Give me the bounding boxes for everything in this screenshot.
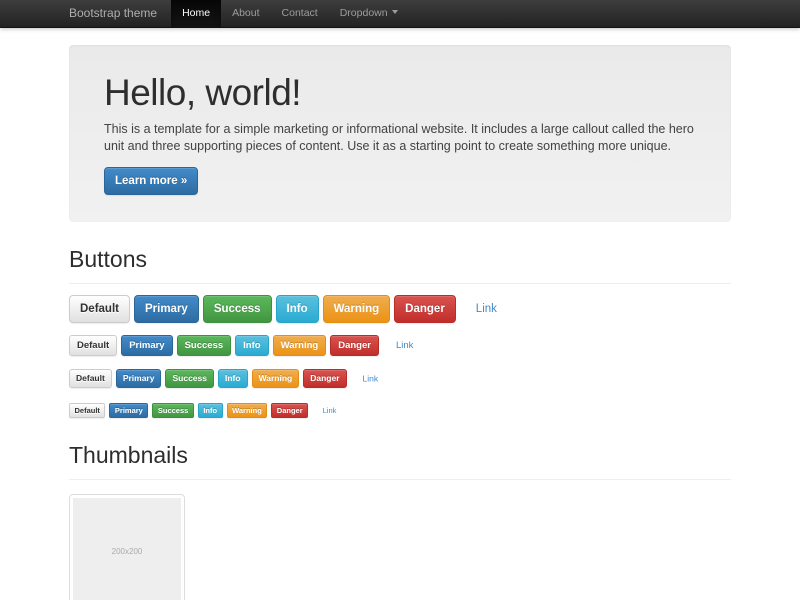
learn-more-button[interactable]: Learn more » (104, 167, 198, 195)
nav-item-label: Contact (282, 7, 318, 19)
default-button-lg[interactable]: Default (69, 295, 130, 323)
link-button-lg[interactable]: Link (466, 296, 507, 322)
info-button-lg[interactable]: Info (276, 295, 319, 323)
link-button-xs[interactable]: Link (318, 404, 341, 417)
default-button-xs[interactable]: Default (69, 403, 105, 418)
navbar-brand[interactable]: Bootstrap theme (69, 0, 171, 27)
buttons-section-heading: Buttons (69, 246, 731, 284)
default-button-sm[interactable]: Default (69, 369, 112, 388)
hero-unit: Hello, world! This is a template for a s… (69, 45, 731, 222)
hero-body-text: This is a template for a simple marketin… (104, 121, 696, 154)
nav-item-label: Home (182, 7, 210, 19)
primary-button-sm[interactable]: Primary (116, 369, 162, 388)
info-button-xs[interactable]: Info (198, 403, 223, 418)
danger-button-sm[interactable]: Danger (303, 369, 346, 388)
link-button-sm[interactable]: Link (357, 370, 385, 387)
button-rows: DefaultPrimarySuccessInfoWarningDangerLi… (69, 295, 731, 418)
success-button-xs[interactable]: Success (152, 403, 193, 418)
nav-item-dropdown[interactable]: Dropdown (329, 0, 409, 27)
info-button-sm[interactable]: Info (218, 369, 248, 388)
danger-button-lg[interactable]: Danger (394, 295, 456, 323)
danger-button-md[interactable]: Danger (330, 335, 379, 356)
primary-button-lg[interactable]: Primary (134, 295, 199, 323)
thumbnail-item[interactable]: 200x200 (69, 494, 185, 600)
button-row-xs: Default Primary Success Info WarningDanger Li… (69, 400, 731, 418)
navbar-container: Bootstrap theme Home About Contact Dropdown (69, 0, 731, 27)
warning-button-lg[interactable]: Warning (323, 295, 391, 323)
hero-title: Hello, world! (104, 74, 696, 111)
main-container: Hello, world! This is a template for a s… (69, 45, 731, 600)
warning-button-xs[interactable]: Warning (227, 403, 268, 418)
primary-button-md[interactable]: Primary (121, 335, 172, 356)
success-button-lg[interactable]: Success (203, 295, 272, 323)
danger-button-xs[interactable]: Danger (271, 403, 308, 418)
success-button-md[interactable]: Success (177, 335, 232, 356)
button-row-md: DefaultPrimarySuccessInfoWarningDanger Li… (69, 335, 731, 356)
default-button-md[interactable]: Default (69, 335, 117, 356)
info-button-md[interactable]: Info (235, 335, 268, 356)
nav-item-about[interactable]: About (221, 0, 270, 27)
nav-item-contact[interactable]: Contact (271, 0, 329, 27)
warning-button-sm[interactable]: Warning (252, 369, 300, 388)
button-row-sm: DefaultPrimarySuccessInfoWarningDanger Li… (69, 368, 731, 388)
thumbnail-placeholder-image: 200x200 (73, 498, 181, 600)
nav-item-label: About (232, 7, 259, 19)
warning-button-md[interactable]: Warning (273, 335, 327, 356)
primary-button-xs[interactable]: Primary (109, 403, 148, 418)
link-button-md[interactable]: Link (389, 336, 420, 355)
button-row-lg: DefaultPrimarySuccessInfoWarningDanger Li… (69, 295, 731, 323)
nav-item-label: Dropdown (340, 7, 388, 19)
nav-item-home[interactable]: Home (171, 0, 221, 27)
thumbnails-section-heading: Thumbnails (69, 442, 731, 480)
caret-down-icon (392, 10, 398, 14)
navbar-menu: Home About Contact Dropdown (171, 0, 409, 27)
success-button-sm[interactable]: Success (165, 369, 214, 388)
navbar: Bootstrap theme Home About Contact Dropdown (0, 0, 800, 28)
